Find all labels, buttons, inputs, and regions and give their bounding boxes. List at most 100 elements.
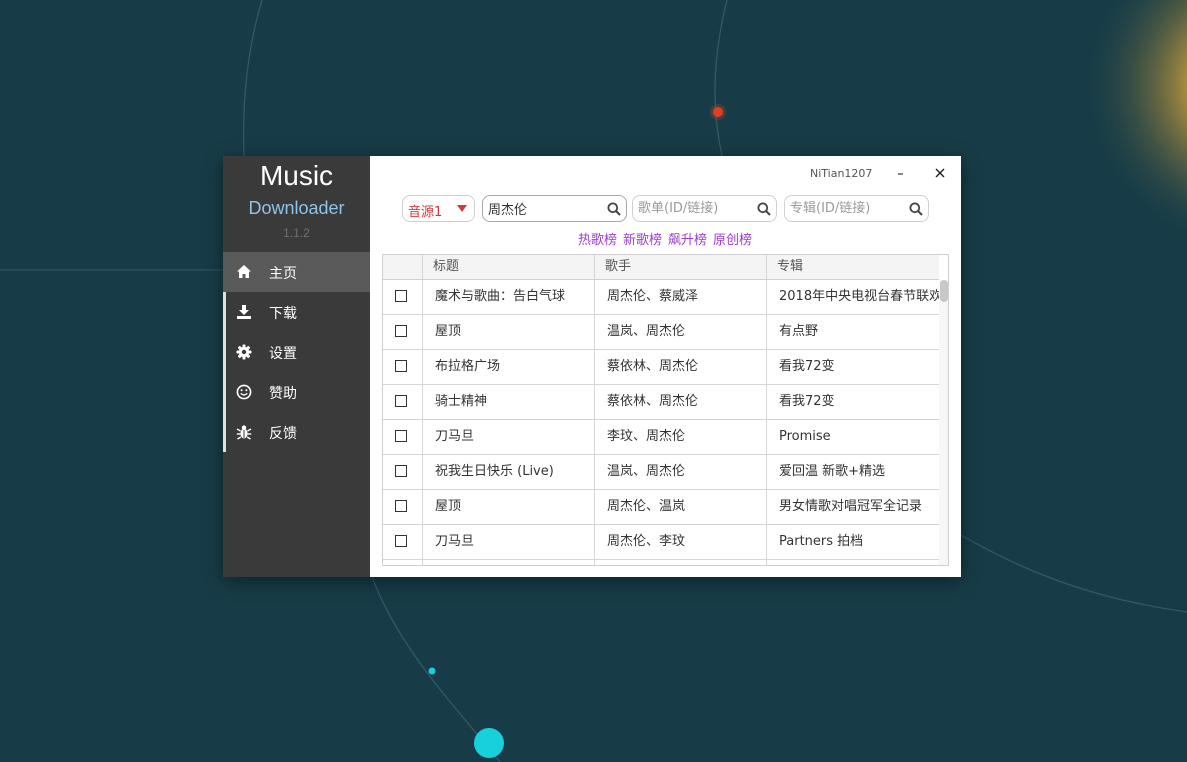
table-row[interactable]: 骑士精神 蔡依林、周杰伦 看我72变 (383, 385, 939, 420)
scrollbar-thumb[interactable] (940, 280, 948, 302)
artist-cell: 周杰伦、蔡威泽 (595, 280, 767, 314)
table-row[interactable]: 魔术与歌曲：告白气球 周杰伦、蔡威泽 2018年中央电视台春节联欢晚会 (383, 280, 939, 315)
album-cell: 爱回温 新歌+精选 (779, 464, 886, 479)
row-checkbox-cell (383, 350, 423, 384)
sidebar: Music Downloader 1.1.2 主页 下载 设置 赞助 反馈 (223, 156, 370, 577)
sidebar-item-download[interactable]: 下载 (223, 292, 370, 332)
title-cell: 刀马旦 (423, 420, 595, 454)
sidebar-item-label: 主页 (269, 266, 297, 282)
header-album[interactable]: 专辑 (767, 255, 939, 279)
new-chart-link[interactable]: 新歌榜 (623, 233, 662, 248)
song-search-box (482, 195, 627, 222)
album-cell: 有点野 (779, 324, 819, 339)
row-checkbox-cell (383, 315, 423, 349)
artist-cell: 蔡依林、周杰伦 (595, 385, 767, 419)
table-row[interactable]: 屋顶 温岚、周杰伦 有点野 (383, 315, 939, 350)
song-table: 标题 歌手 专辑 魔术与歌曲：告白气球 周杰伦、蔡威泽 2018年中央电视台春节… (382, 254, 949, 566)
source-select[interactable]: 音源1 (402, 195, 475, 222)
title-cell: 骑士精神 (423, 385, 595, 419)
smile-icon (236, 384, 252, 400)
row-checkbox[interactable] (395, 500, 407, 512)
rising-chart-link[interactable]: 飙升榜 (668, 233, 707, 248)
row-checkbox[interactable] (395, 535, 407, 547)
nav-indicator (223, 412, 226, 452)
row-checkbox-cell (383, 455, 423, 489)
title-cell: 祝我生日快乐 (Live) (423, 455, 595, 489)
album-cell: Promise (779, 429, 831, 444)
album-search-input[interactable] (790, 199, 905, 218)
nav-indicator (223, 372, 226, 412)
chart-links: 热歌榜 新歌榜 飙升榜 原创榜 (578, 229, 758, 248)
sidebar-item-label: 反馈 (269, 426, 297, 442)
album-cell (767, 560, 939, 565)
sidebar-item-feedback[interactable]: 反馈 (223, 412, 370, 452)
artist-cell (595, 560, 767, 565)
title-cell: 刀马旦 (423, 525, 595, 559)
album-cell: Partners 拍档 (779, 534, 864, 549)
album-cell: 看我72变 (779, 359, 835, 374)
minimize-button[interactable] (892, 164, 910, 182)
row-checkbox[interactable] (395, 360, 407, 372)
title-cell (423, 560, 595, 565)
artist-cell: 温岚、周杰伦 (595, 315, 767, 349)
table-row[interactable]: 布拉格广场 蔡依林、周杰伦 看我72变 (383, 350, 939, 385)
app-window: Music Downloader 1.1.2 主页 下载 设置 赞助 反馈 Ni… (223, 156, 961, 577)
hot-chart-link[interactable]: 热歌榜 (578, 233, 617, 248)
original-chart-link[interactable]: 原创榜 (713, 233, 752, 248)
sidebar-item-home[interactable]: 主页 (223, 252, 370, 292)
nav-indicator (223, 292, 226, 332)
row-checkbox-cell (383, 280, 423, 314)
username: NiTian1207 (810, 167, 873, 180)
row-checkbox-cell (383, 385, 423, 419)
title-cell: 布拉格广场 (423, 350, 595, 384)
home-icon (237, 265, 251, 278)
playlist-search-box (632, 195, 777, 222)
header-checkbox-column (383, 255, 423, 279)
album-cell: 看我72变 (779, 394, 835, 409)
row-checkbox-cell (383, 560, 423, 565)
sidebar-item-settings[interactable]: 设置 (223, 332, 370, 372)
row-checkbox[interactable] (395, 290, 407, 302)
table-row[interactable]: 刀马旦 李玟、周杰伦 Promise (383, 420, 939, 455)
close-button[interactable] (931, 164, 949, 182)
gear-icon (236, 344, 252, 360)
header-title[interactable]: 标题 (423, 255, 595, 279)
sidebar-item-label: 设置 (269, 346, 297, 362)
sidebar-item-label: 赞助 (269, 386, 297, 402)
album-cell: 2018年中央电视台春节联欢晚会 (779, 289, 939, 304)
table-scrollbar[interactable] (939, 280, 948, 565)
header-artist[interactable]: 歌手 (595, 255, 767, 279)
table-row[interactable]: 屋顶 周杰伦、温岚 男女情歌对唱冠军全记录 (383, 490, 939, 525)
close-icon (935, 168, 945, 178)
bug-icon (236, 425, 252, 440)
song-search-input[interactable] (488, 199, 603, 218)
table-row[interactable]: 刀马旦 周杰伦、李玟 Partners 拍档 (383, 525, 939, 560)
title-cell: 魔术与歌曲：告白气球 (423, 280, 595, 314)
search-icon[interactable] (757, 202, 771, 216)
search-icon[interactable] (607, 202, 621, 216)
sidebar-item-sponsor[interactable]: 赞助 (223, 372, 370, 412)
artist-cell: 温岚、周杰伦 (595, 455, 767, 489)
download-icon (237, 305, 251, 319)
row-checkbox-cell (383, 490, 423, 524)
row-checkbox[interactable] (395, 430, 407, 442)
table-row[interactable]: 祝我生日快乐 (Live) 温岚、周杰伦 爱回温 新歌+精选 (383, 455, 939, 490)
row-checkbox[interactable] (395, 325, 407, 337)
source-select-value: 音源1 (408, 205, 443, 220)
search-icon[interactable] (909, 202, 923, 216)
title-cell: 屋顶 (423, 490, 595, 524)
table-row-partial (383, 560, 939, 565)
caret-down-icon (457, 205, 467, 212)
row-checkbox[interactable] (395, 395, 407, 407)
artist-cell: 李玟、周杰伦 (595, 420, 767, 454)
nav-indicator (223, 332, 226, 372)
artist-cell: 蔡依林、周杰伦 (595, 350, 767, 384)
row-checkbox-cell (383, 420, 423, 454)
artist-cell: 周杰伦、李玟 (595, 525, 767, 559)
title-cell: 屋顶 (423, 315, 595, 349)
album-search-box (784, 195, 929, 222)
playlist-search-input[interactable] (638, 199, 753, 218)
row-checkbox[interactable] (395, 465, 407, 477)
main-panel: NiTian1207 音源1 周杰伦 歌单(ID/链接) 专辑(ID/链接) 热… (370, 156, 961, 577)
row-checkbox-cell (383, 525, 423, 559)
